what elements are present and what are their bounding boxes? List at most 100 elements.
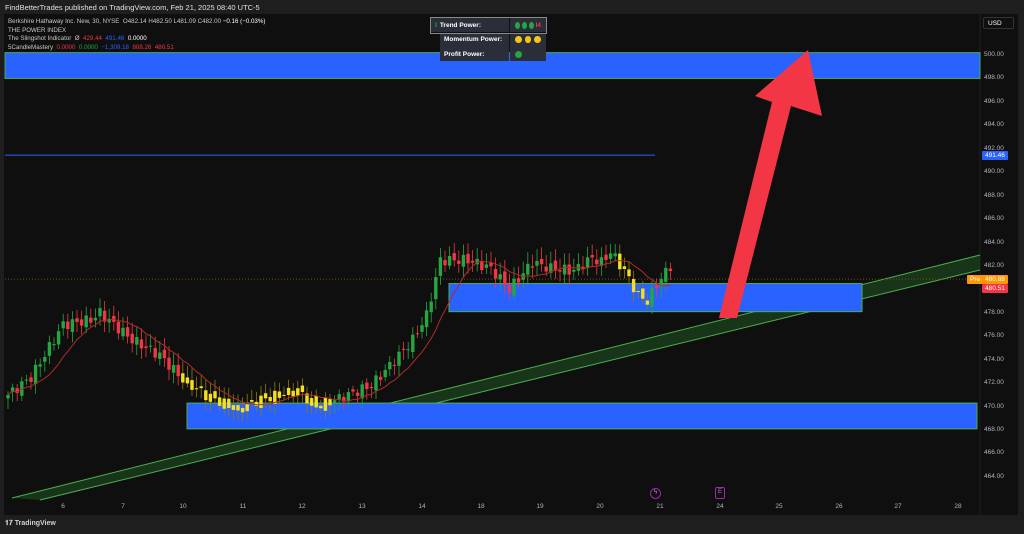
candle-body	[567, 264, 571, 275]
candle-body	[484, 264, 489, 268]
candle-body	[378, 376, 383, 380]
candle-body	[66, 321, 70, 330]
trend-dots: I4	[510, 18, 546, 33]
candle-body	[250, 400, 254, 402]
indicator-value: 0.0000	[56, 43, 76, 51]
candle-body	[268, 396, 272, 402]
candle-body	[572, 269, 576, 272]
candle-body	[314, 395, 318, 408]
candle-body	[466, 253, 470, 264]
candle-body	[121, 327, 125, 337]
momentum-dots	[510, 32, 546, 47]
profit-power-row: Profit Power:	[440, 47, 546, 62]
indicator-power-index[interactable]: THE POWER INDEX	[8, 27, 265, 36]
candle-body	[420, 325, 424, 332]
candle-body	[263, 393, 268, 399]
candle-body	[507, 285, 512, 293]
candle-body	[530, 266, 535, 268]
candle-body	[148, 345, 153, 347]
candle-body	[604, 254, 608, 260]
currency-button[interactable]: USD	[983, 17, 1014, 29]
candle-body	[240, 407, 245, 413]
dividends-event-icon[interactable]: ϟ	[650, 488, 661, 499]
candle-body	[429, 301, 433, 313]
candle-body	[493, 268, 498, 279]
indicator-value: 0.0000	[127, 35, 147, 42]
candle-body	[84, 315, 88, 328]
candle-body	[47, 342, 52, 356]
indicator-name: 5CandleMastery	[8, 43, 54, 51]
indicator-slingshot[interactable]: The Slingshot Indicator Ø 429.44 491.46 …	[8, 35, 265, 44]
indicator-value: −1,309.18	[101, 43, 129, 51]
candle-body	[447, 256, 452, 266]
candle-body	[535, 260, 539, 266]
candle-body	[208, 393, 213, 402]
earnings-event-icon[interactable]: E	[715, 487, 725, 499]
symbol-name[interactable]: Berkshire Hathaway Inc. New, 30, NYSE	[8, 18, 119, 25]
candle-body	[631, 279, 636, 293]
candle-body	[627, 269, 631, 277]
pre-market-label: Pre	[967, 275, 984, 284]
candle-body	[116, 321, 121, 334]
candle-body	[424, 310, 429, 328]
candle-body	[503, 271, 507, 286]
candle-body	[470, 260, 475, 263]
pre-market-price-tag: 480.88	[982, 275, 1008, 284]
candle-body	[24, 379, 29, 381]
candle-body	[162, 349, 167, 359]
candle-body	[70, 319, 75, 332]
candle-body	[204, 390, 208, 401]
candle-body	[277, 391, 282, 398]
candle-body	[291, 390, 295, 397]
candle-body	[664, 267, 668, 282]
candle-body	[185, 377, 190, 384]
candle-body	[355, 392, 360, 396]
candle-body	[61, 321, 65, 329]
candle-body	[526, 263, 530, 275]
candle-body	[622, 266, 627, 269]
candle-body	[236, 405, 240, 411]
candle-body	[595, 259, 599, 265]
candle-body	[319, 405, 323, 409]
candle-body	[401, 348, 406, 350]
candle-body	[130, 333, 134, 344]
ohlc-close: C482.00	[197, 18, 222, 25]
ohlc-change: −0.16 (−0.03%)	[222, 18, 266, 25]
candle-body	[332, 400, 337, 403]
candle-body	[296, 388, 300, 396]
candle-body	[590, 255, 594, 258]
momentum-power-row: Momentum Power:	[440, 32, 546, 48]
candle-body	[29, 377, 33, 382]
candle-body	[461, 254, 466, 267]
candle-body	[254, 401, 259, 406]
candle-body	[498, 274, 502, 280]
indicator-5candle[interactable]: 5CandleMastery 0.0000 0.0000 −1,309.18 8…	[8, 44, 265, 53]
candle-body	[176, 364, 180, 377]
indicator-value: 0.0000	[78, 43, 98, 51]
row-suffix: I4	[535, 21, 541, 29]
candle-body	[181, 373, 185, 383]
candle-body	[125, 327, 130, 337]
candle-body	[144, 346, 148, 349]
candle-body	[167, 357, 171, 370]
indicator-symbol: Ø	[74, 35, 80, 42]
candle-body	[351, 389, 355, 392]
indicator-value: 429.44	[83, 35, 102, 42]
candle-body	[415, 333, 420, 335]
candle-body	[52, 344, 56, 346]
candle-body	[383, 370, 387, 378]
candle-body	[328, 399, 332, 406]
candle-body	[438, 257, 443, 276]
ohlc-low: L481.09	[173, 18, 196, 25]
candle-body	[406, 349, 410, 351]
row-label: Momentum Power:	[440, 32, 509, 47]
candle-body	[388, 362, 392, 370]
candle-body	[38, 364, 42, 367]
candle-body	[641, 288, 645, 299]
candle-body	[650, 287, 654, 307]
candle-body	[199, 386, 203, 389]
trend-power-row: I Trend Power: I4	[430, 17, 547, 34]
chart-canvas[interactable]	[0, 0, 1024, 534]
indicator-value: 491.46	[105, 35, 125, 42]
candle-body	[654, 285, 659, 289]
